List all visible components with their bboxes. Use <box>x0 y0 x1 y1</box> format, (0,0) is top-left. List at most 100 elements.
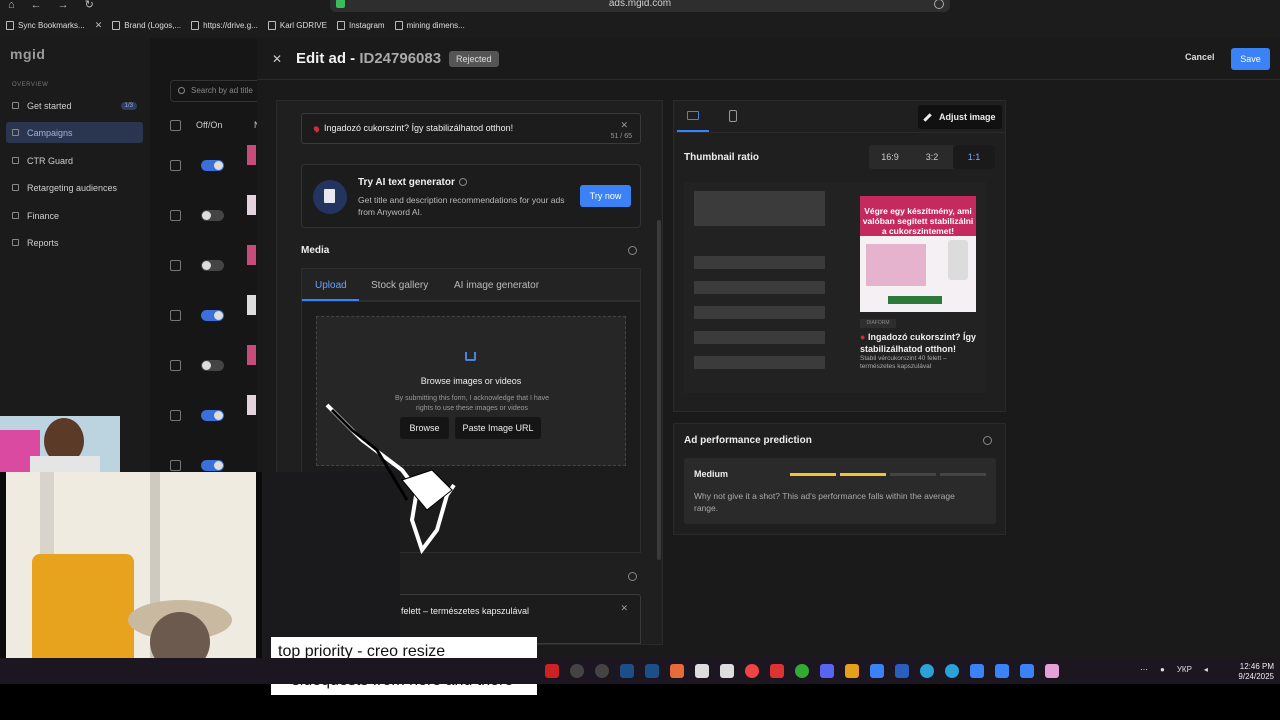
try-now-button[interactable]: Try now <box>580 185 631 207</box>
close-icon[interactable]: ✕ <box>95 20 103 31</box>
brave-icon[interactable] <box>670 664 684 678</box>
tab-ai-image-generator[interactable]: AI image generator <box>454 280 539 291</box>
ad-toggle[interactable] <box>201 310 224 321</box>
ad-toggle[interactable] <box>201 460 224 471</box>
close-icon[interactable]: ✕ <box>272 52 282 66</box>
skeleton-line <box>694 356 825 369</box>
firefox-icon[interactable] <box>745 664 759 678</box>
telegram-icon[interactable] <box>920 664 934 678</box>
row-checkbox[interactable] <box>170 460 181 471</box>
bookmark-item[interactable]: mining dimens... <box>394 21 465 30</box>
bookmark-item[interactable]: Sync Bookmarks... <box>6 21 85 30</box>
sidebar-item-reports[interactable]: Reports <box>6 232 143 253</box>
tab-stock-gallery[interactable]: Stock gallery <box>371 280 428 291</box>
app-icon[interactable] <box>695 664 709 678</box>
obs-icon[interactable] <box>545 664 559 678</box>
app-icon[interactable] <box>995 664 1009 678</box>
form-scrollbar[interactable] <box>657 220 661 560</box>
overflow-icon[interactable]: ⋯ <box>1140 665 1148 674</box>
ad-title-field[interactable]: Ingadozó cukorszint? Így stabilizálhatod… <box>301 113 641 144</box>
ad-thumbnail[interactable] <box>247 145 256 165</box>
sidebar-item-ctr-guard[interactable]: CTR Guard <box>6 150 143 171</box>
sidebar-item-get-started[interactable]: Get started 1/3 <box>6 95 143 116</box>
ad-thumbnail[interactable] <box>247 395 256 415</box>
thumbnail-ratio-label: Thumbnail ratio <box>684 152 759 163</box>
language-indicator[interactable]: УКР <box>1177 665 1192 674</box>
bookmark-item[interactable]: https://drive.g... <box>191 21 258 30</box>
desktop-icon[interactable] <box>687 111 699 120</box>
bookmark-item[interactable]: Instagram <box>336 21 385 30</box>
skeleton-line <box>694 306 825 319</box>
paste-url-button[interactable]: Paste Image URL <box>455 417 541 439</box>
ad-toggle[interactable] <box>201 410 224 421</box>
column-header-offon[interactable]: Off/On <box>196 120 222 130</box>
discord-icon[interactable] <box>820 664 834 678</box>
back-icon[interactable]: ← <box>31 0 42 11</box>
bookmark-item[interactable]: Brand (Logos,... <box>112 21 181 30</box>
adjust-image-button[interactable]: Adjust image <box>918 105 1002 129</box>
info-icon[interactable] <box>628 246 637 255</box>
clock[interactable]: 12:46 PM 9/24/2025 <box>1234 662 1274 682</box>
app-icon[interactable] <box>570 664 584 678</box>
app-icon[interactable] <box>595 664 609 678</box>
cancel-button[interactable]: Cancel <box>1185 52 1215 62</box>
row-checkbox[interactable] <box>170 360 181 371</box>
steam-icon[interactable] <box>645 664 659 678</box>
telegram-icon[interactable] <box>945 664 959 678</box>
ad-thumbnail[interactable] <box>247 245 256 265</box>
help-icon[interactable] <box>458 178 467 186</box>
ad-thumbnail[interactable] <box>247 295 256 315</box>
mgid-logo[interactable]: mgid <box>10 46 45 62</box>
adjust-image-label: Adjust image <box>939 112 996 122</box>
home-icon[interactable]: ⌂ <box>8 0 15 11</box>
ad-thumbnail[interactable] <box>247 195 256 215</box>
app-icon[interactable] <box>720 664 734 678</box>
extension-icon[interactable] <box>934 0 944 9</box>
chrome-icon[interactable] <box>795 664 809 678</box>
address-bar[interactable]: ads.mgid.com <box>330 0 950 12</box>
volume-icon[interactable]: ◂ <box>1204 665 1208 674</box>
app-icon[interactable] <box>1045 664 1059 678</box>
ad-toggle[interactable] <box>201 360 224 371</box>
row-checkbox[interactable] <box>170 160 181 171</box>
ad-image[interactable]: Végre egy készítmény, ami valóban segíte… <box>860 196 976 312</box>
app-icon[interactable] <box>845 664 859 678</box>
forward-icon[interactable]: → <box>58 0 69 11</box>
row-checkbox[interactable] <box>170 260 181 271</box>
sponsor-label: DIAFORM <box>860 319 896 328</box>
app-icon[interactable] <box>895 664 909 678</box>
search-input[interactable]: Search by ad title <box>170 80 260 102</box>
sidebar-item-campaigns[interactable]: Campaigns <box>6 122 143 143</box>
mobile-icon[interactable] <box>729 110 737 122</box>
tab-upload[interactable]: Upload <box>315 280 347 291</box>
ad-toggle[interactable] <box>201 160 224 171</box>
webcam-overlay-small <box>0 416 120 472</box>
ratio-1-1[interactable]: 1:1 <box>953 145 995 169</box>
ratio-3-2[interactable]: 3:2 <box>911 145 953 169</box>
ratio-16-9[interactable]: 16:9 <box>869 145 911 169</box>
section-label: OVERVIEW <box>12 82 49 88</box>
app-icon[interactable] <box>1020 664 1034 678</box>
clear-icon[interactable]: ✕ <box>620 120 628 131</box>
ad-toggle[interactable] <box>201 260 224 271</box>
ad-toggle[interactable] <box>201 210 224 221</box>
info-icon[interactable] <box>983 436 992 445</box>
app-icon[interactable] <box>770 664 784 678</box>
mic-icon[interactable]: ● <box>1160 665 1165 674</box>
row-checkbox[interactable] <box>170 410 181 421</box>
row-checkbox[interactable] <box>170 210 181 221</box>
reload-icon[interactable]: ↻ <box>85 0 94 11</box>
ad-thumbnail[interactable] <box>247 345 256 365</box>
sidebar-item-finance[interactable]: Finance <box>6 205 143 226</box>
row-checkbox[interactable] <box>170 310 181 321</box>
app-icon[interactable] <box>970 664 984 678</box>
save-button[interactable]: Save <box>1231 48 1270 70</box>
file-icon[interactable] <box>870 664 884 678</box>
bookmark-item[interactable]: Karl GDRIVE <box>267 21 327 30</box>
sidebar-item-retargeting[interactable]: Retargeting audiences <box>6 177 143 198</box>
bookmark-label: Sync Bookmarks... <box>18 21 85 30</box>
clear-icon[interactable]: ✕ <box>620 603 628 614</box>
select-all-checkbox[interactable] <box>170 120 181 131</box>
info-icon[interactable] <box>628 572 637 581</box>
steam-icon[interactable] <box>620 664 634 678</box>
